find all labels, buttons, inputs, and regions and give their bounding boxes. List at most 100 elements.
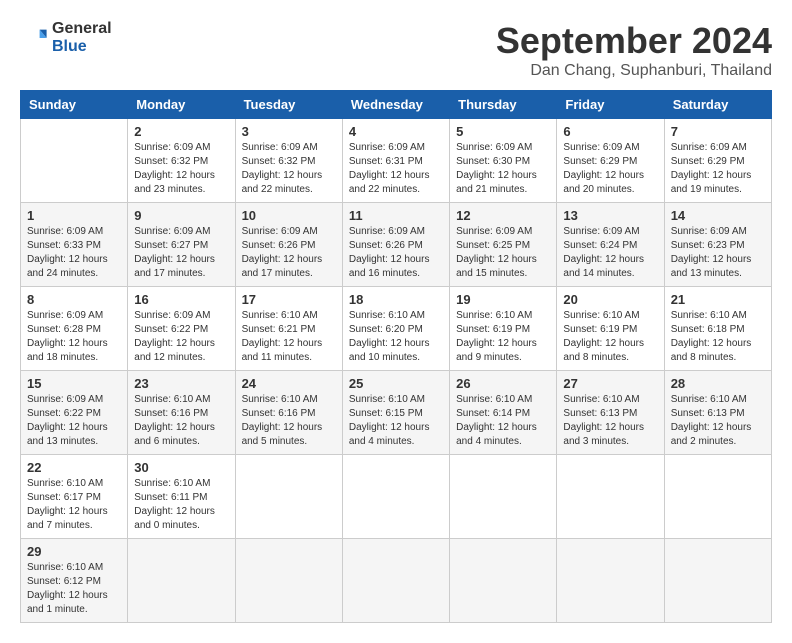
day-number: 3: [242, 124, 336, 139]
day-info: Sunrise: 6:09 AMSunset: 6:30 PMDaylight:…: [456, 141, 550, 197]
logo-blue: Blue: [52, 38, 112, 56]
day-number: 14: [671, 208, 765, 223]
logo-icon: [20, 24, 48, 52]
day-number: 5: [456, 124, 550, 139]
day-info: Sunrise: 6:10 AMSunset: 6:12 PMDaylight:…: [27, 561, 121, 617]
day-info: Sunrise: 6:10 AMSunset: 6:17 PMDaylight:…: [27, 477, 121, 533]
day-number: 18: [349, 292, 443, 307]
day-number: 20: [563, 292, 657, 307]
day-info: Sunrise: 6:09 AMSunset: 6:26 PMDaylight:…: [349, 225, 443, 281]
weekday-header-monday: Monday: [128, 91, 235, 119]
day-info: Sunrise: 6:09 AMSunset: 6:26 PMDaylight:…: [242, 225, 336, 281]
day-info: Sunrise: 6:10 AMSunset: 6:16 PMDaylight:…: [242, 393, 336, 449]
calendar-week-row: 8Sunrise: 6:09 AMSunset: 6:28 PMDaylight…: [21, 287, 772, 371]
calendar-header: SundayMondayTuesdayWednesdayThursdayFrid…: [21, 91, 772, 119]
calendar-cell: 20 Sunrise: 6:10 AMSunset: 6:19 PMDayligh…: [557, 287, 664, 371]
calendar-cell: 1 Sunrise: 6:09 AMSunset: 6:33 PMDaylight…: [21, 203, 128, 287]
calendar-cell: [128, 539, 235, 623]
calendar-cell: 29 Sunrise: 6:10 AMSunset: 6:12 PMDayligh…: [21, 539, 128, 623]
day-number: 26: [456, 376, 550, 391]
calendar-cell: 16Sunrise: 6:09 AMSunset: 6:22 PMDayligh…: [128, 287, 235, 371]
calendar-cell: 21Sunrise: 6:10 AMSunset: 6:18 PMDayligh…: [664, 287, 771, 371]
weekday-header-friday: Friday: [557, 91, 664, 119]
calendar-cell: 26 Sunrise: 6:10 AMSunset: 6:14 PMDayligh…: [450, 371, 557, 455]
calendar-cell: 6 Sunrise: 6:09 AMSunset: 6:29 PMDaylight…: [557, 119, 664, 203]
title-block: September 2024 Dan Chang, Suphanburi, Th…: [496, 20, 772, 80]
day-number: 6: [563, 124, 657, 139]
weekday-header-saturday: Saturday: [664, 91, 771, 119]
day-info: Sunrise: 6:10 AMSunset: 6:15 PMDaylight:…: [349, 393, 443, 449]
calendar-cell: 17 Sunrise: 6:10 AMSunset: 6:21 PMDayligh…: [235, 287, 342, 371]
day-number: 22: [27, 460, 121, 475]
calendar-cell: [21, 119, 128, 203]
calendar-cell: [450, 455, 557, 539]
calendar-cell: 13Sunrise: 6:09 AMSunset: 6:24 PMDayligh…: [557, 203, 664, 287]
logo: General Blue: [20, 20, 112, 55]
calendar-cell: 3Sunrise: 6:09 AMSunset: 6:32 PMDaylight…: [235, 119, 342, 203]
calendar-cell: 28 Sunrise: 6:10 AMSunset: 6:13 PMDayligh…: [664, 371, 771, 455]
calendar-cell: [450, 539, 557, 623]
day-number: 15: [27, 376, 121, 391]
day-info: Sunrise: 6:10 AMSunset: 6:13 PMDaylight:…: [671, 393, 765, 449]
day-number: 28: [671, 376, 765, 391]
calendar-cell: [557, 455, 664, 539]
day-info: Sunrise: 6:10 AMSunset: 6:19 PMDaylight:…: [563, 309, 657, 365]
day-info: Sunrise: 6:10 AMSunset: 6:14 PMDaylight:…: [456, 393, 550, 449]
day-info: Sunrise: 6:10 AMSunset: 6:16 PMDaylight:…: [134, 393, 228, 449]
calendar-body: 2Sunrise: 6:09 AMSunset: 6:32 PMDaylight…: [21, 119, 772, 623]
month-title: September 2024: [496, 20, 772, 62]
day-info: Sunrise: 6:10 AMSunset: 6:18 PMDaylight:…: [671, 309, 765, 365]
calendar-cell: 10Sunrise: 6:09 AMSunset: 6:26 PMDayligh…: [235, 203, 342, 287]
calendar-week-row: 22 Sunrise: 6:10 AMSunset: 6:17 PMDayligh…: [21, 455, 772, 539]
day-info: Sunrise: 6:09 AMSunset: 6:27 PMDaylight:…: [134, 225, 228, 281]
calendar-cell: [235, 455, 342, 539]
day-number: 27: [563, 376, 657, 391]
day-info: Sunrise: 6:09 AMSunset: 6:29 PMDaylight:…: [671, 141, 765, 197]
day-number: 30: [134, 460, 228, 475]
day-info: Sunrise: 6:09 AMSunset: 6:24 PMDaylight:…: [563, 225, 657, 281]
calendar-cell: [557, 539, 664, 623]
calendar-cell: 27 Sunrise: 6:10 AMSunset: 6:13 PMDayligh…: [557, 371, 664, 455]
logo-general: General: [52, 20, 112, 38]
calendar-cell: 7 Sunrise: 6:09 AMSunset: 6:29 PMDaylight…: [664, 119, 771, 203]
calendar-week-row: 15 Sunrise: 6:09 AMSunset: 6:22 PMDayligh…: [21, 371, 772, 455]
day-info: Sunrise: 6:10 AMSunset: 6:21 PMDaylight:…: [242, 309, 336, 365]
calendar-cell: 22 Sunrise: 6:10 AMSunset: 6:17 PMDayligh…: [21, 455, 128, 539]
day-number: 2: [134, 124, 228, 139]
day-info: Sunrise: 6:10 AMSunset: 6:19 PMDaylight:…: [456, 309, 550, 365]
day-number: 29: [27, 544, 121, 559]
day-number: 1: [27, 208, 121, 223]
day-number: 25: [349, 376, 443, 391]
day-number: 11: [349, 208, 443, 223]
calendar-cell: [664, 455, 771, 539]
calendar-cell: 12 Sunrise: 6:09 AMSunset: 6:25 PMDayligh…: [450, 203, 557, 287]
day-number: 19: [456, 292, 550, 307]
weekday-header-thursday: Thursday: [450, 91, 557, 119]
day-info: Sunrise: 6:09 AMSunset: 6:25 PMDaylight:…: [456, 225, 550, 281]
calendar-cell: 18 Sunrise: 6:10 AMSunset: 6:20 PMDayligh…: [342, 287, 449, 371]
calendar-cell: 2Sunrise: 6:09 AMSunset: 6:32 PMDaylight…: [128, 119, 235, 203]
calendar-cell: 19 Sunrise: 6:10 AMSunset: 6:19 PMDayligh…: [450, 287, 557, 371]
weekday-header-row: SundayMondayTuesdayWednesdayThursdayFrid…: [21, 91, 772, 119]
day-number: 24: [242, 376, 336, 391]
day-number: 7: [671, 124, 765, 139]
calendar-cell: [342, 539, 449, 623]
calendar-cell: 5 Sunrise: 6:09 AMSunset: 6:30 PMDaylight…: [450, 119, 557, 203]
weekday-header-tuesday: Tuesday: [235, 91, 342, 119]
calendar-week-row: 29 Sunrise: 6:10 AMSunset: 6:12 PMDayligh…: [21, 539, 772, 623]
day-info: Sunrise: 6:10 AMSunset: 6:11 PMDaylight:…: [134, 477, 228, 533]
calendar-cell: [235, 539, 342, 623]
day-info: Sunrise: 6:09 AMSunset: 6:33 PMDaylight:…: [27, 225, 121, 281]
day-number: 9: [134, 208, 228, 223]
day-info: Sunrise: 6:09 AMSunset: 6:29 PMDaylight:…: [563, 141, 657, 197]
calendar-cell: 11 Sunrise: 6:09 AMSunset: 6:26 PMDayligh…: [342, 203, 449, 287]
day-info: Sunrise: 6:09 AMSunset: 6:22 PMDaylight:…: [27, 393, 121, 449]
day-info: Sunrise: 6:09 AMSunset: 6:23 PMDaylight:…: [671, 225, 765, 281]
day-number: 17: [242, 292, 336, 307]
location-subtitle: Dan Chang, Suphanburi, Thailand: [496, 62, 772, 80]
calendar-cell: [664, 539, 771, 623]
day-number: 12: [456, 208, 550, 223]
day-info: Sunrise: 6:10 AMSunset: 6:20 PMDaylight:…: [349, 309, 443, 365]
day-number: 23: [134, 376, 228, 391]
day-info: Sunrise: 6:10 AMSunset: 6:13 PMDaylight:…: [563, 393, 657, 449]
